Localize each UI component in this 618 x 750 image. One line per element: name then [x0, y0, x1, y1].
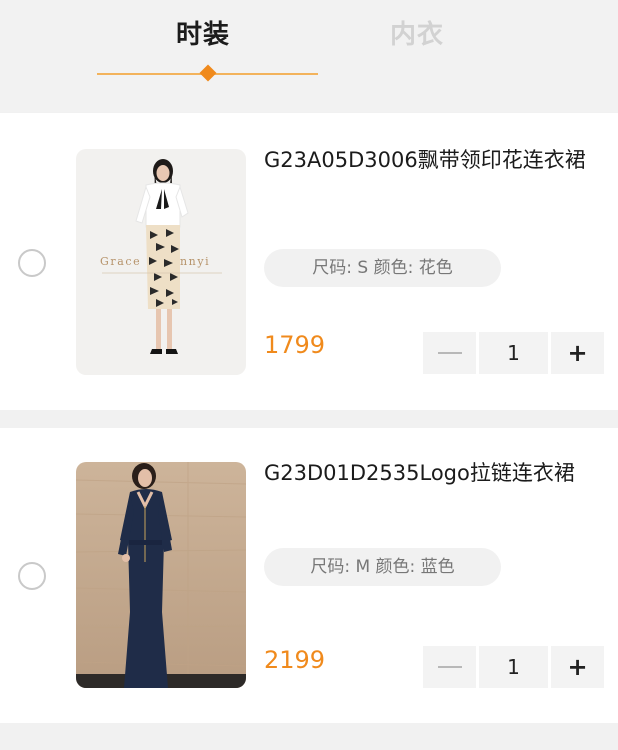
- spec-selector[interactable]: 尺码: M 颜色: 蓝色: [264, 548, 501, 586]
- spec-selector[interactable]: 尺码: S 颜色: 花色: [264, 249, 501, 287]
- product-image[interactable]: Grace nnyi: [76, 149, 246, 375]
- product-image[interactable]: [76, 462, 246, 688]
- product-price: 2199: [264, 646, 326, 674]
- quantity-stepper: 1 +: [423, 332, 604, 374]
- decrease-quantity-button[interactable]: [423, 332, 476, 374]
- product-photo-dress-print: Grace nnyi: [76, 149, 246, 375]
- svg-text:nnyi: nnyi: [180, 255, 210, 268]
- increase-quantity-button[interactable]: +: [551, 646, 604, 688]
- select-item-radio[interactable]: [18, 249, 46, 277]
- product-title[interactable]: G23A05D3006飘带领印花连衣裙: [264, 146, 608, 175]
- minus-icon: [437, 352, 462, 354]
- tab-fashion[interactable]: 时装: [176, 14, 230, 51]
- increase-quantity-button[interactable]: +: [551, 332, 604, 374]
- product-title[interactable]: G23D01D2535Logo拉链连衣裙: [264, 459, 608, 488]
- list-bottom-spacer: [0, 723, 618, 750]
- quantity-stepper: 1 +: [423, 646, 604, 688]
- cart-item: G23D01D2535Logo拉链连衣裙 尺码: M 颜色: 蓝色 2199 1…: [0, 428, 618, 723]
- minus-icon: [437, 666, 462, 668]
- product-photo-navy-dress: [76, 462, 246, 688]
- quantity-value[interactable]: 1: [479, 646, 548, 688]
- category-tab-bar: 时装 内衣: [0, 0, 618, 112]
- plus-icon: +: [567, 339, 588, 367]
- product-price: 1799: [264, 331, 326, 359]
- tab-underwear[interactable]: 内衣: [390, 14, 444, 51]
- plus-icon: +: [567, 653, 588, 681]
- quantity-value[interactable]: 1: [479, 332, 548, 374]
- active-tab-indicator-icon: [199, 64, 217, 82]
- brand-watermark: Grace: [100, 255, 141, 268]
- cart-item: Grace nnyi G23A05D3006飘带领印花连衣裙 尺码: S 颜色:…: [0, 113, 618, 410]
- decrease-quantity-button[interactable]: [423, 646, 476, 688]
- cart-page: 时装 内衣 Grace nnyi G23A05D3006飘带领印花连衣裙 尺码:…: [0, 0, 618, 750]
- select-item-radio[interactable]: [18, 562, 46, 590]
